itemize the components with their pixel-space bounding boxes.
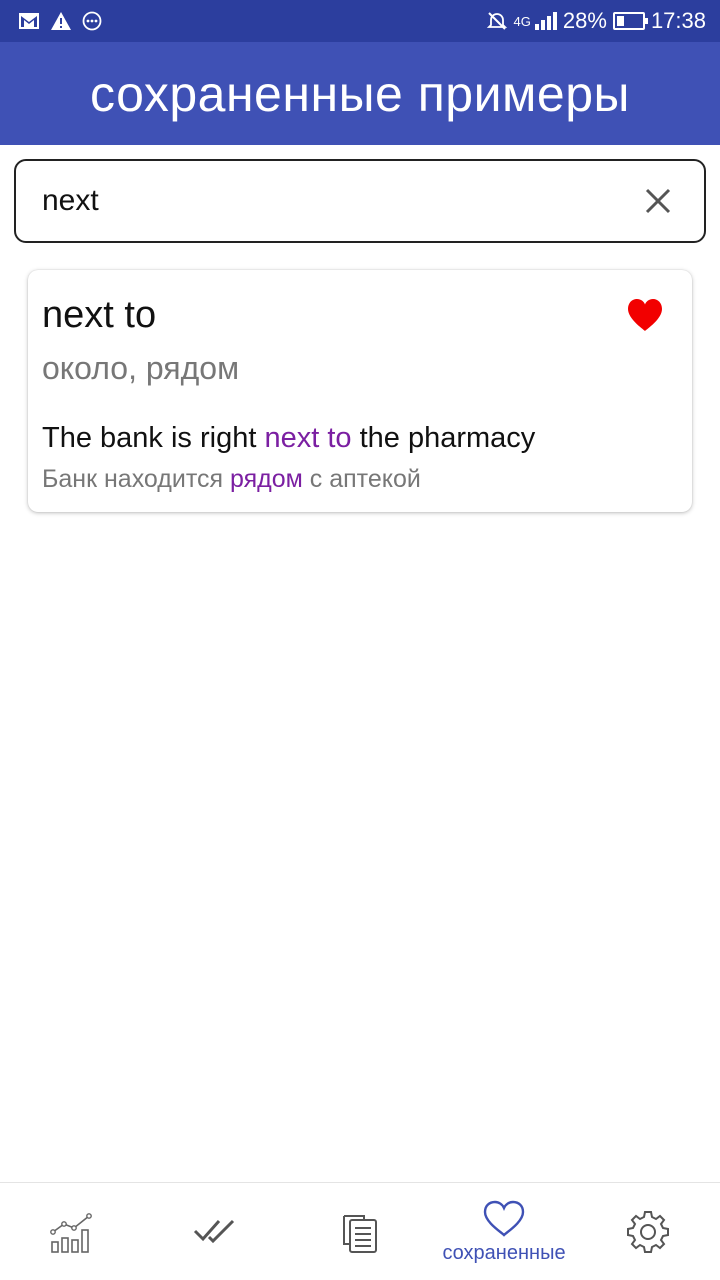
notification-icons	[18, 8, 102, 34]
warning-icon	[51, 12, 71, 30]
term-translation: около, рядом	[42, 350, 240, 386]
battery-fill	[616, 16, 624, 26]
clock: 17:38	[650, 8, 706, 33]
example-translation-highlight: рядом	[230, 465, 303, 493]
documents-icon	[343, 1215, 377, 1253]
example-sentence: The bank is right next to the pharmacy	[42, 422, 535, 455]
gear-icon	[627, 1211, 669, 1253]
nav-saved[interactable]: сохраненные	[432, 1183, 576, 1280]
example-highlight: next to	[264, 422, 352, 454]
saved-example-card[interactable]: next to около, рядом The bank is right n…	[28, 270, 692, 512]
double-check-icon	[193, 1219, 235, 1244]
more-icon	[82, 11, 102, 31]
app-bar: сохраненные примеры	[0, 42, 720, 145]
battery-percent: 28%	[562, 8, 607, 33]
gmail-icon	[19, 13, 39, 29]
nav-learned[interactable]	[144, 1183, 288, 1280]
heart-icon[interactable]	[626, 298, 664, 332]
heart-outline-icon	[483, 1200, 525, 1237]
battery-icon	[612, 12, 648, 30]
nav-lists[interactable]	[288, 1183, 432, 1280]
example-translation: Банк находится рядом с аптекой	[42, 465, 421, 494]
system-indicators: 4G 28% 17:38	[486, 6, 706, 36]
stats-icon	[50, 1213, 92, 1253]
nav-settings[interactable]	[576, 1183, 720, 1280]
example-translation-text: с аптекой	[302, 465, 421, 493]
search-box[interactable]	[14, 159, 706, 243]
example-translation-text: Банк находится	[42, 465, 230, 493]
example-text: The bank is right	[42, 422, 265, 454]
nav-stats[interactable]	[0, 1183, 144, 1280]
status-bar: 4G 28% 17:38	[0, 0, 720, 42]
clear-icon[interactable]	[642, 185, 674, 217]
nav-saved-label: сохраненные	[442, 1241, 566, 1264]
term: next to	[42, 294, 157, 336]
bottom-nav: сохраненные	[0, 1182, 720, 1280]
search-input[interactable]	[42, 181, 602, 221]
mute-icon	[486, 12, 507, 30]
signal-icon	[534, 12, 557, 30]
network-type: 4G	[513, 13, 531, 29]
page-title: сохраненные примеры	[90, 65, 630, 122]
example-text: the pharmacy	[351, 422, 536, 454]
